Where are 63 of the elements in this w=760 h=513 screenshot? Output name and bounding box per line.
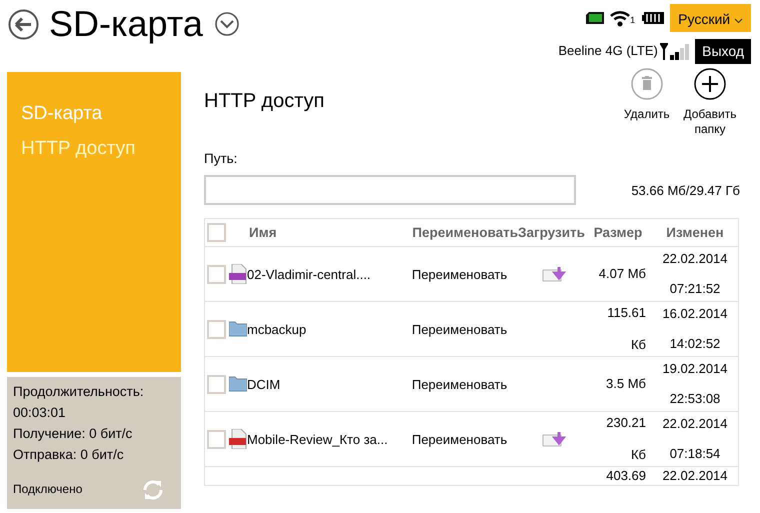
plus-icon: [694, 68, 726, 100]
audio-file-icon: [229, 264, 247, 284]
modified-time: 07:18:54: [668, 445, 722, 464]
modified-date: 16.02.2014: [661, 305, 729, 324]
column-header: Имя: [249, 224, 277, 242]
section-title: HTTP доступ: [204, 89, 324, 114]
rename-link[interactable]: Переименовать: [412, 266, 508, 282]
language-dropdown[interactable]: Русский: [670, 4, 751, 32]
file-size: 4.07 Мб: [598, 266, 646, 282]
file-size: 403.69: [606, 468, 646, 484]
path-label: Путь:: [204, 150, 238, 168]
trash-icon: [630, 68, 663, 100]
download-icon[interactable]: [542, 265, 566, 284]
column-header: Переименовать: [412, 225, 518, 240]
modified-time: 22:53:08: [668, 390, 722, 408]
rename-link[interactable]: Переименовать: [412, 376, 508, 392]
path-field[interactable]: [204, 175, 576, 206]
status-text: Отправка: 0 бит/с: [13, 446, 125, 464]
storage-usage: 53.66 Мб/29.47 Гб: [631, 182, 740, 200]
row-checkbox[interactable]: [207, 374, 226, 394]
folder-icon: [229, 374, 247, 394]
status-text: Получение: 0 бит/с: [13, 425, 134, 443]
folder-icon: [229, 319, 247, 340]
logout-button[interactable]: Выход: [695, 38, 751, 64]
file-name[interactable]: Mobile-Review_Кто за...: [247, 430, 388, 449]
column-header: Загрузить: [518, 225, 585, 240]
signal-strength-icon: [658, 42, 692, 60]
status-text: Продолжительность:: [13, 383, 145, 401]
modified-time: 14:02:52: [668, 335, 722, 354]
status-text: 00:03:01: [13, 404, 67, 422]
page-title: SD-карта: [49, 4, 203, 44]
column-header: Изменен: [666, 225, 724, 240]
wifi-client-count: 1: [630, 14, 636, 26]
file-size: 115.61 Кб: [607, 305, 646, 352]
rename-link[interactable]: Переименовать: [412, 322, 508, 336]
battery-icon: [642, 12, 664, 24]
file-name[interactable]: 02-Vladimir-central....: [247, 264, 371, 284]
connection-status: Подключено: [13, 481, 82, 498]
chevron-down-icon[interactable]: [214, 12, 239, 36]
network-name: Beeline 4G (LTE): [558, 42, 658, 60]
modified-date: 22.02.2014: [661, 467, 729, 486]
column-header: Размер: [594, 225, 642, 240]
wifi-icon: [610, 9, 630, 27]
file-size: 3.5 Мб: [606, 376, 646, 392]
file-size: 230.21 Кб: [606, 415, 646, 462]
row-checkbox[interactable]: [207, 430, 226, 449]
download-icon[interactable]: [542, 430, 566, 448]
modified-date: 22.02.2014: [661, 250, 729, 268]
sim-card-icon: [586, 12, 604, 24]
file-name[interactable]: mcbackup: [247, 320, 306, 339]
row-checkbox[interactable]: [207, 320, 226, 339]
back-icon[interactable]: [8, 8, 39, 40]
refresh-icon[interactable]: [141, 478, 165, 502]
select-all-checkbox[interactable]: [207, 223, 226, 242]
toolbar-button[interactable]: Добавить папку: [680, 68, 740, 136]
file-name[interactable]: DCIM: [247, 374, 280, 394]
rename-link[interactable]: Переименовать: [412, 432, 508, 446]
modified-date: 22.02.2014: [661, 415, 729, 434]
pdf-file-icon: [229, 429, 247, 450]
modified-date: 19.02.2014: [661, 360, 729, 378]
row-checkbox[interactable]: [207, 264, 226, 284]
caret-icon: [734, 18, 743, 24]
modified-time: 07:21:52: [668, 280, 722, 298]
